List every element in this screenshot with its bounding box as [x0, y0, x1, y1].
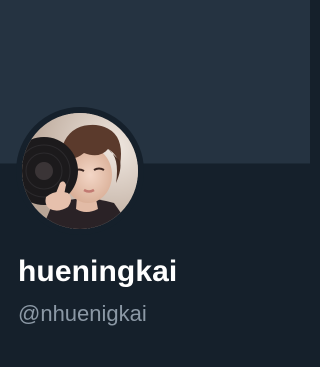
- profile-photo-icon: [22, 113, 138, 229]
- username-handle: @nhuenigkai: [18, 301, 147, 326]
- display-name: hueningkai: [18, 255, 178, 288]
- profile-header: hueningkai @nhuenigkai: [0, 0, 310, 367]
- avatar[interactable]: [22, 113, 138, 229]
